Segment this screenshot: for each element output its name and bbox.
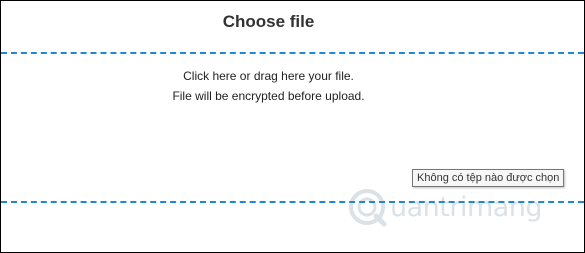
watermark-text: uantrimang xyxy=(390,191,543,223)
watermark-logo-icon xyxy=(349,189,387,227)
file-upload-panel: Choose file Click here or drag here your… xyxy=(0,0,585,253)
dropzone-hint-line-1: Click here or drag here your file. xyxy=(183,69,354,83)
no-file-selected-tooltip: Không có tệp nào được chọn xyxy=(412,169,565,187)
watermark: uantrimang xyxy=(347,185,543,229)
panel-title: Choose file xyxy=(222,12,315,31)
dropzone-hint-line-2: File will be encrypted before upload. xyxy=(172,89,365,103)
